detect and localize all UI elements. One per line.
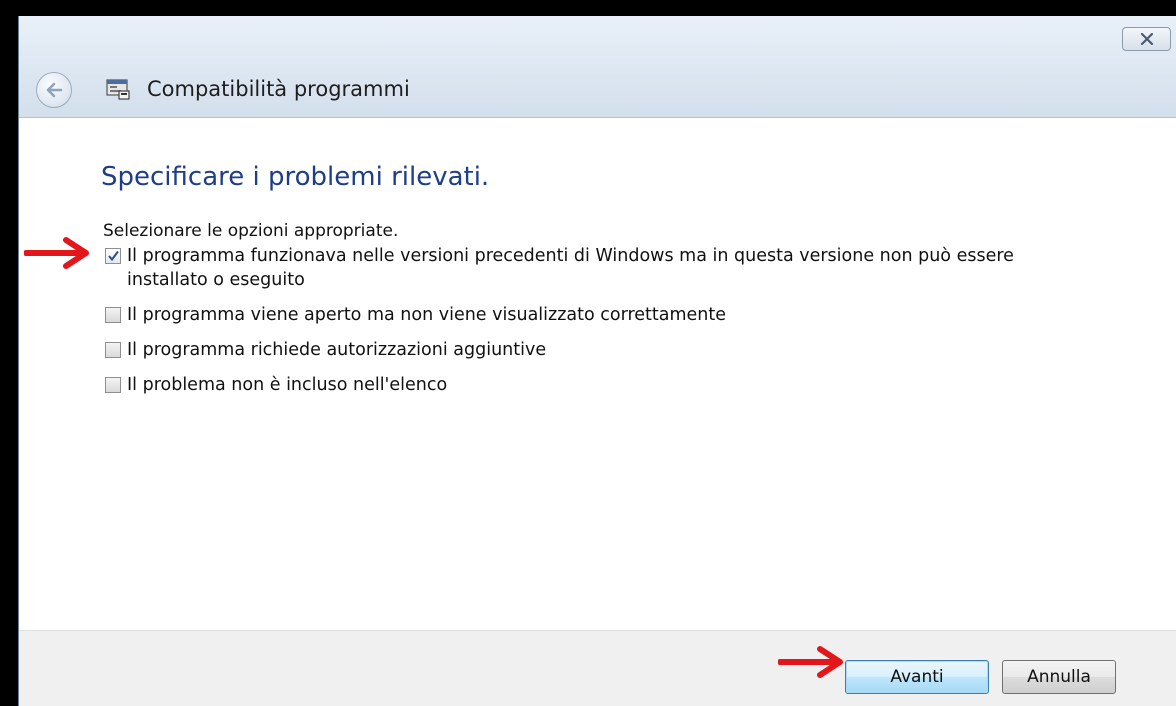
instruction-text: Selezionare le opzioni appropriate. xyxy=(103,221,399,241)
option-previous-versions[interactable]: Il programma funzionava nelle versioni p… xyxy=(105,244,1087,292)
option-display-incorrect[interactable]: Il programma viene aperto ma non viene v… xyxy=(105,303,1087,327)
back-button[interactable] xyxy=(36,72,72,108)
program-compatibility-icon xyxy=(106,79,130,100)
close-button[interactable] xyxy=(1122,27,1171,51)
option-checkbox[interactable] xyxy=(105,307,121,323)
option-checkbox[interactable] xyxy=(105,377,121,393)
option-checkbox[interactable] xyxy=(105,248,121,264)
window-title: Compatibilità programmi xyxy=(147,77,410,101)
button-bar: Avanti Annulla xyxy=(19,630,1176,706)
checkmark-icon xyxy=(108,250,119,262)
option-label: Il programma viene aperto ma non viene v… xyxy=(127,305,727,325)
option-additional-permissions[interactable]: Il programma richiede autorizzazioni agg… xyxy=(105,338,1087,362)
cancel-button[interactable]: Annulla xyxy=(1002,660,1116,694)
page-heading: Specificare i problemi rilevati. xyxy=(101,162,490,192)
option-label: Il problema non è incluso nell'elenco xyxy=(127,375,448,395)
red-arrow-annotation-option xyxy=(24,237,89,269)
option-checkbox[interactable] xyxy=(105,342,121,358)
option-not-listed[interactable]: Il problema non è incluso nell'elenco xyxy=(105,373,1087,397)
option-label: Il programma richiede autorizzazioni agg… xyxy=(127,340,547,360)
option-label: Il programma funzionava nelle versioni p… xyxy=(127,246,1014,290)
next-button[interactable]: Avanti xyxy=(845,660,989,694)
wizard-content: Specificare i problemi rilevati. Selezio… xyxy=(19,118,1176,630)
back-arrow-icon xyxy=(46,82,63,98)
close-icon xyxy=(1140,33,1153,45)
title-bar: Compatibilità programmi xyxy=(19,16,1176,118)
wizard-window: Compatibilità programmi Specificare i pr… xyxy=(18,16,1176,706)
red-arrow-annotation-next xyxy=(778,646,843,678)
